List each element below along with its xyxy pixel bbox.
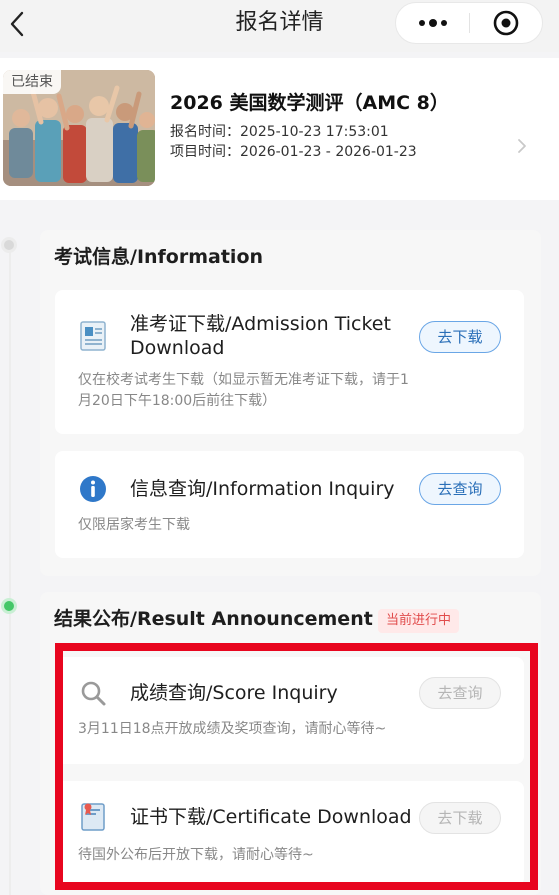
admission-ticket-label-line2: Download [130,337,225,359]
event-card[interactable]: 已结束 2026 美国数学测评（AMC 8） 报名时间：2025-10-23 1… [0,58,559,200]
registration-time-label: 报名时间： [170,124,240,140]
ended-badge: 已结束 [3,70,61,94]
project-time: 项目时间：2026-01-23 - 2026-01-23 [170,143,417,161]
timeline-dot-current [1,598,17,614]
download-ticket-button[interactable]: 去下载 [419,321,501,353]
admission-ticket-desc: 仅在校考试考生下载（如显示暂无准考证下载，请于1 月20日下午18:00后前往下… [78,370,409,412]
mini-program-capsule [395,2,543,44]
admission-ticket-desc-line2: 月20日下午18:00后前往下载） [78,393,277,409]
information-inquiry-desc: 仅限居家考生下载 [78,517,190,533]
chevron-right-icon [518,139,526,153]
close-button[interactable] [470,3,542,43]
timeline-dot-past [1,237,17,253]
timeline-line [9,244,11,895]
status-badge: 当前进行中 [378,609,460,633]
download-certificate-button[interactable]: 去下载 [419,802,501,834]
info-icon [80,476,106,502]
registration-time-value: 2025-10-23 17:53:01 [240,124,389,140]
certificate-icon [81,803,105,831]
admission-ticket-desc-line1: 仅在校考试考生下载（如显示暂无准考证下载，请于1 [78,372,409,388]
admission-ticket-label: 准考证下载/Admission Ticket Download [130,312,391,360]
admission-ticket-card: 准考证下载/Admission Ticket Download 去下载 仅在校考… [55,290,524,434]
certificate-download-label: 证书下载/Certificate Download [130,806,412,828]
information-inquiry-card: 信息查询/Information Inquiry 去查询 仅限居家考生下载 [55,451,524,558]
section-title: 结果公布/Result Announcement [54,608,373,630]
more-dots-icon [418,19,447,27]
event-title: 2026 美国数学测评（AMC 8） [170,92,449,114]
project-time-label: 项目时间： [170,144,240,160]
admission-ticket-icon [80,321,106,351]
section-title: 考试信息/Information [54,246,264,268]
query-score-button[interactable]: 去查询 [419,677,501,709]
query-information-button[interactable]: 去查询 [419,473,501,505]
certificate-download-card: 证书下载/Certificate Download 去下载 待国外公布后开放下载… [55,781,524,886]
nav-bar: 报名详情 [0,0,559,52]
information-inquiry-label: 信息查询/Information Inquiry [130,478,395,500]
more-button[interactable] [396,3,469,43]
search-icon [81,681,106,706]
project-time-value: 2026-01-23 - 2026-01-23 [240,144,417,160]
chevron-left-icon [10,11,24,37]
admission-ticket-label-line1: 准考证下载/Admission Ticket [130,313,391,335]
close-target-icon [493,10,519,36]
certificate-download-desc: 待国外公布后开放下载，请耐心等待~ [78,847,314,863]
back-button[interactable] [0,6,34,42]
score-inquiry-card: 成绩查询/Score Inquiry 去查询 3月11日18点开放成绩及奖项查询… [55,657,524,764]
score-inquiry-label: 成绩查询/Score Inquiry [130,682,338,704]
score-inquiry-desc: 3月11日18点开放成绩及奖项查询，请耐心等待~ [78,721,387,737]
registration-time: 报名时间：2025-10-23 17:53:01 [170,123,389,141]
